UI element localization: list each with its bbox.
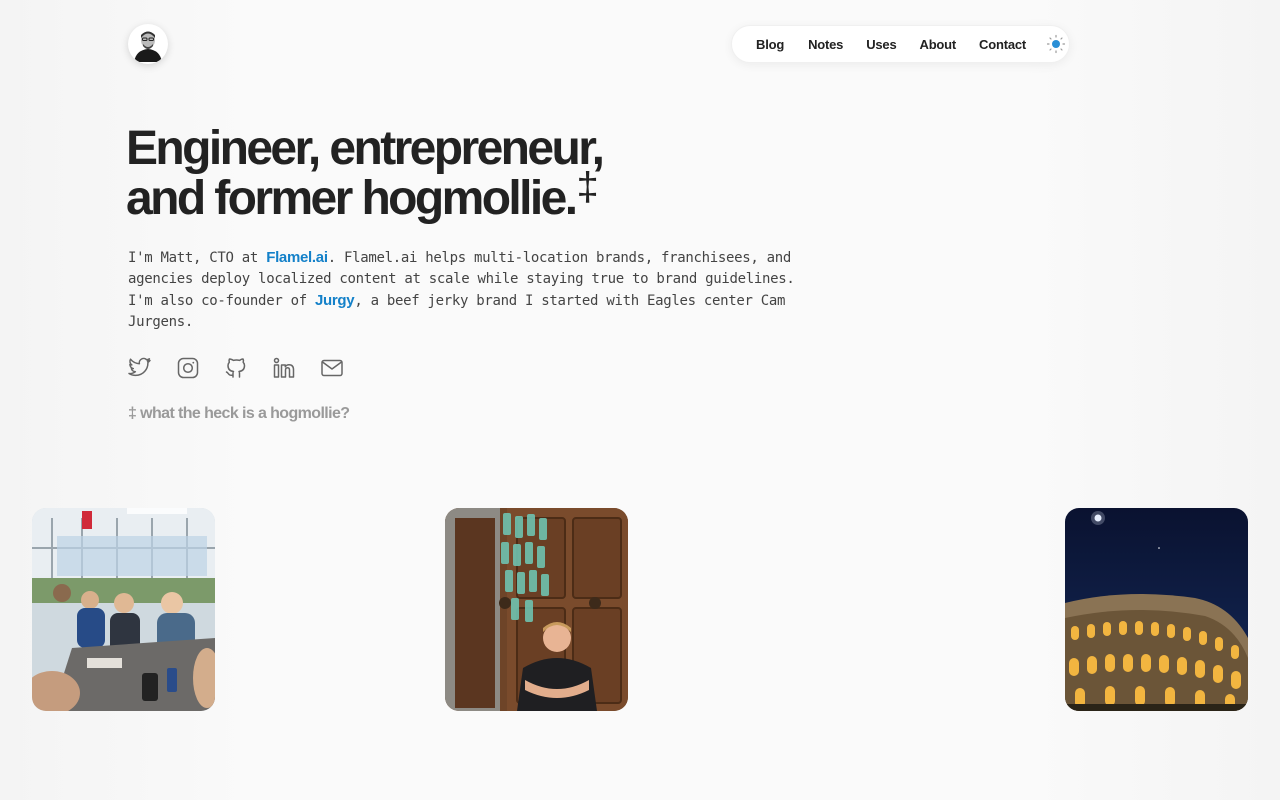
man-by-wooden-door-photo — [445, 508, 628, 711]
group-at-table-photo — [32, 508, 215, 711]
nav-about-link[interactable]: About — [920, 37, 957, 52]
instagram-icon[interactable] — [176, 356, 200, 380]
main-nav: Blog Notes Uses About Contact — [731, 25, 1070, 63]
hero-headline: Engineer, entrepreneur, and former hogmo… — [126, 124, 746, 226]
portrait-avatar-icon — [130, 26, 166, 62]
intro-text: I'm Matt, CTO at Flamel.ai. Flamel.ai he… — [128, 247, 798, 333]
social-links — [128, 356, 344, 380]
colosseum-at-night-photo — [1065, 508, 1248, 711]
twitter-icon[interactable] — [128, 356, 152, 380]
jurgy-link[interactable]: Jurgy — [315, 292, 355, 309]
sun-icon — [1046, 34, 1066, 54]
mail-icon[interactable] — [320, 356, 344, 380]
flamel-link[interactable]: Flamel.ai — [266, 249, 328, 266]
avatar-home-link[interactable] — [128, 24, 168, 64]
headline-line-2: and former hogmollie. — [126, 172, 578, 225]
nav-notes-link[interactable]: Notes — [808, 37, 843, 52]
nav-uses-link[interactable]: Uses — [866, 37, 896, 52]
headline-line-1: Engineer, entrepreneur, — [126, 122, 605, 175]
intro-text-1: I'm Matt, CTO at — [128, 250, 267, 266]
page: Blog Notes Uses About Contact Engineer, … — [0, 0, 1280, 800]
theme-toggle-button[interactable] — [1046, 34, 1066, 54]
hogmollie-footnote-link[interactable]: ‡ what the heck is a hogmollie? — [128, 405, 350, 423]
headline-double-dagger: ‡ — [576, 165, 599, 209]
nav-contact-link[interactable]: Contact — [979, 37, 1026, 52]
github-icon[interactable] — [224, 356, 248, 380]
intro-text-3: I'm also co-founder of — [128, 293, 315, 309]
nav-blog-link[interactable]: Blog — [756, 37, 784, 52]
linkedin-icon[interactable] — [272, 356, 296, 380]
